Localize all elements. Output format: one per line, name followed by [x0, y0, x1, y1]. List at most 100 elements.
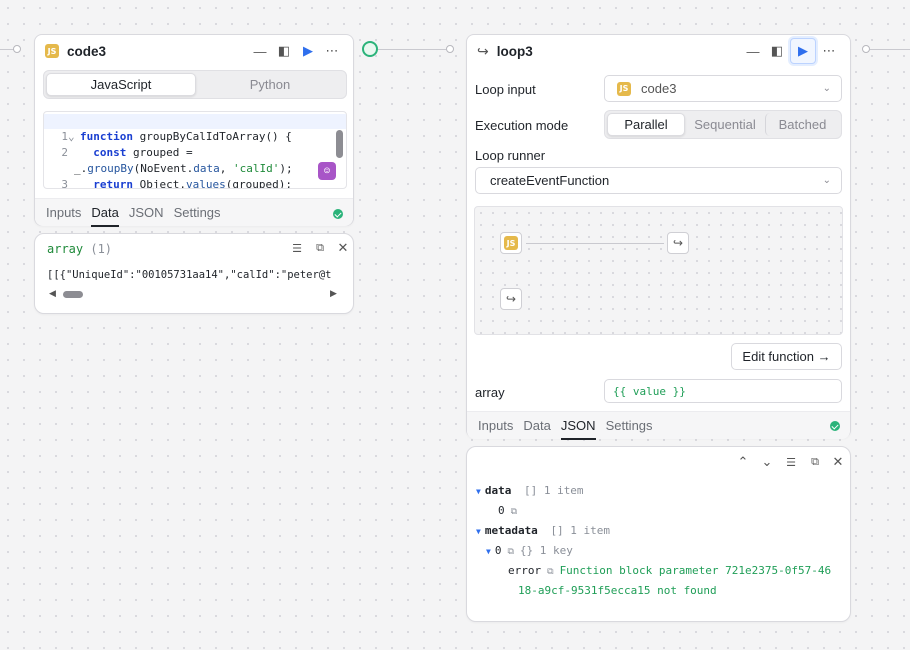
json-meta: {} 1 key — [519, 544, 573, 557]
tab-json[interactable]: JSON — [560, 412, 596, 440]
json-row-metadata-0[interactable]: ▼ 0 ⧉{} 1 key — [486, 544, 573, 557]
expand-triangle-icon[interactable]: ▼ — [476, 487, 481, 496]
tab-inputs[interactable]: Inputs — [478, 412, 513, 440]
loop-node-tabs: Inputs Data JSON Settings — [467, 411, 850, 440]
tab-settings[interactable]: Settings — [606, 412, 653, 440]
tab-data[interactable]: Data — [523, 412, 550, 440]
array-label: array — [475, 385, 505, 400]
port-left-out[interactable] — [13, 45, 21, 53]
json-row-error[interactable]: error ⧉ Function block parameter 721e2375-… — [508, 564, 831, 577]
result-content[interactable]: [[{"UniqueId":"00105731aa14","calId":"pe… — [47, 269, 345, 281]
run-icon[interactable]: ▶ — [790, 38, 816, 64]
tab-json[interactable]: JSON — [129, 199, 164, 227]
code-node-title[interactable]: code3 — [67, 44, 247, 59]
scroll-left-icon[interactable]: ◀ — [49, 288, 56, 299]
json-meta: [] 1 item — [550, 524, 611, 537]
expand-triangle-icon[interactable]: ▼ — [486, 547, 491, 556]
edge-right — [870, 49, 910, 50]
port-code3-out[interactable] — [362, 41, 378, 57]
function-preview[interactable]: JS ↪ ↪ — [474, 206, 843, 335]
code-line-3[interactable]: 3 return Object.values(grouped); — [44, 162, 346, 188]
code-editor[interactable]: 1 ⌄ function groupByCalIdToArray() { 2 con… — [43, 111, 347, 189]
json-panel: ⌃ ⌄ ☰ ⧉ ✕ ▼ data [] 1 item 0 ⧉ ▼ metadata [… — [466, 446, 851, 622]
edge-left — [0, 49, 14, 50]
code-line-1[interactable]: 1 ⌄ function groupByCalIdToArray() { — [44, 114, 346, 143]
loop-node-title[interactable]: loop3 — [497, 44, 740, 59]
copy-path-icon[interactable]: ⧉ — [511, 507, 517, 517]
preview-loop-node[interactable]: ↪ — [667, 232, 689, 254]
execution-mode-switch: Parallel Sequential Batched — [604, 110, 842, 139]
copilot-icon[interactable]: ☺ — [318, 162, 336, 180]
javascript-icon: JS — [504, 236, 518, 250]
chevron-down-icon: ⌄ — [822, 175, 831, 186]
code-node[interactable]: JS code3 — ◧ ▶ ⋯ JavaScript Python 1 ⌄ fun… — [34, 34, 354, 227]
language-tab-python[interactable]: Python — [196, 73, 344, 96]
mode-batched[interactable]: Batched — [765, 113, 839, 136]
close-icon[interactable]: ✕ — [827, 451, 849, 473]
result-type: array — [47, 242, 84, 256]
code-node-tabs: Inputs Data JSON Settings — [35, 198, 353, 227]
edge-code3-loop3 — [378, 49, 446, 50]
array-input[interactable]: {{ value }} — [604, 379, 842, 403]
json-row-metadata[interactable]: ▼ metadata [] 1 item — [476, 524, 610, 537]
result-panel: array (1) ☰ ⧉ ✕ [[{"UniqueId":"00105731a… — [34, 233, 354, 314]
json-row-data[interactable]: ▼ data [] 1 item — [476, 484, 584, 497]
json-row-data-0[interactable]: 0 ⧉ — [498, 504, 523, 517]
loop-runner-value: createEventFunction — [490, 173, 610, 188]
code-line-4[interactable]: 4} — [44, 178, 346, 188]
expand-icon[interactable]: ☰ — [780, 451, 802, 473]
language-switch: JavaScript Python — [43, 70, 347, 99]
tab-inputs[interactable]: Inputs — [46, 199, 81, 227]
copy-path-icon[interactable]: ⧉ — [547, 567, 553, 577]
edit-function-button[interactable]: Edit function → — [731, 343, 842, 370]
editor-scrollbar[interactable] — [336, 130, 343, 158]
loop-input-select[interactable]: JS code3 ⌄ — [604, 75, 842, 102]
mode-parallel[interactable]: Parallel — [607, 113, 685, 136]
loop-runner-select[interactable]: createEventFunction ⌄ — [475, 167, 842, 194]
error-message-cont: 18-a9cf-9531f5ecca15 not found — [518, 584, 717, 597]
loop-runner-label: Loop runner — [475, 148, 546, 163]
more-icon[interactable]: ⋯ — [818, 40, 840, 62]
horizontal-scrollbar[interactable] — [63, 291, 83, 298]
preview-loop-node-2[interactable]: ↪ — [500, 288, 522, 310]
language-tab-javascript[interactable]: JavaScript — [46, 73, 196, 96]
loop-icon: ↪ — [477, 42, 489, 59]
copy-path-icon[interactable]: ⧉ — [507, 547, 513, 557]
javascript-icon: JS — [45, 44, 59, 58]
run-icon[interactable]: ▶ — [297, 40, 319, 62]
json-meta: [] 1 item — [523, 484, 584, 497]
copy-icon[interactable]: ⧉ — [309, 237, 331, 259]
code-line-2[interactable]: 2 const grouped = — [44, 130, 346, 159]
chevron-down-icon: ⌄ — [822, 83, 831, 94]
success-icon — [333, 209, 343, 219]
scroll-right-icon[interactable]: ▶ — [330, 288, 337, 299]
mode-sequential[interactable]: Sequential — [685, 113, 765, 136]
loop-input-value: code3 — [641, 81, 677, 96]
panel-toggle-icon[interactable]: ◧ — [273, 40, 295, 62]
expand-triangle-icon[interactable]: ▼ — [476, 527, 481, 536]
loop-node[interactable]: ↪ loop3 — ◧ ▶ ⋯ Loop input JS code3 ⌄ Ex… — [466, 34, 851, 440]
loop-input-label: Loop input — [475, 82, 536, 97]
close-icon[interactable]: ✕ — [332, 237, 354, 259]
panel-toggle-icon[interactable]: ◧ — [766, 40, 788, 62]
code-node-header[interactable]: JS code3 — ◧ ▶ ⋯ — [35, 35, 353, 67]
javascript-icon: JS — [617, 81, 631, 96]
minimize-icon[interactable]: — — [742, 40, 764, 62]
result-title: array (1) — [47, 242, 112, 256]
copy-icon[interactable]: ⧉ — [804, 451, 826, 473]
expand-icon[interactable]: ☰ — [286, 237, 308, 259]
result-count: (1) — [90, 242, 113, 256]
tab-settings[interactable]: Settings — [174, 199, 221, 227]
error-message: Function block parameter 721e2375-0f57-4… — [559, 564, 832, 577]
preview-js-node[interactable]: JS — [500, 232, 522, 254]
port-loop3-in[interactable] — [446, 45, 454, 53]
chevron-down-icon[interactable]: ⌄ — [756, 451, 778, 473]
port-loop3-out[interactable] — [862, 45, 870, 53]
execution-mode-label: Execution mode — [475, 118, 569, 133]
loop-node-header[interactable]: ↪ loop3 — ◧ ▶ ⋯ — [467, 35, 850, 67]
more-icon[interactable]: ⋯ — [321, 40, 343, 62]
chevron-up-icon[interactable]: ⌃ — [732, 451, 754, 473]
code-line-2-wrap[interactable]: _.groupBy(NoEvent.data, 'calId'); — [44, 146, 346, 175]
tab-data[interactable]: Data — [91, 199, 120, 227]
minimize-icon[interactable]: — — [249, 40, 271, 62]
